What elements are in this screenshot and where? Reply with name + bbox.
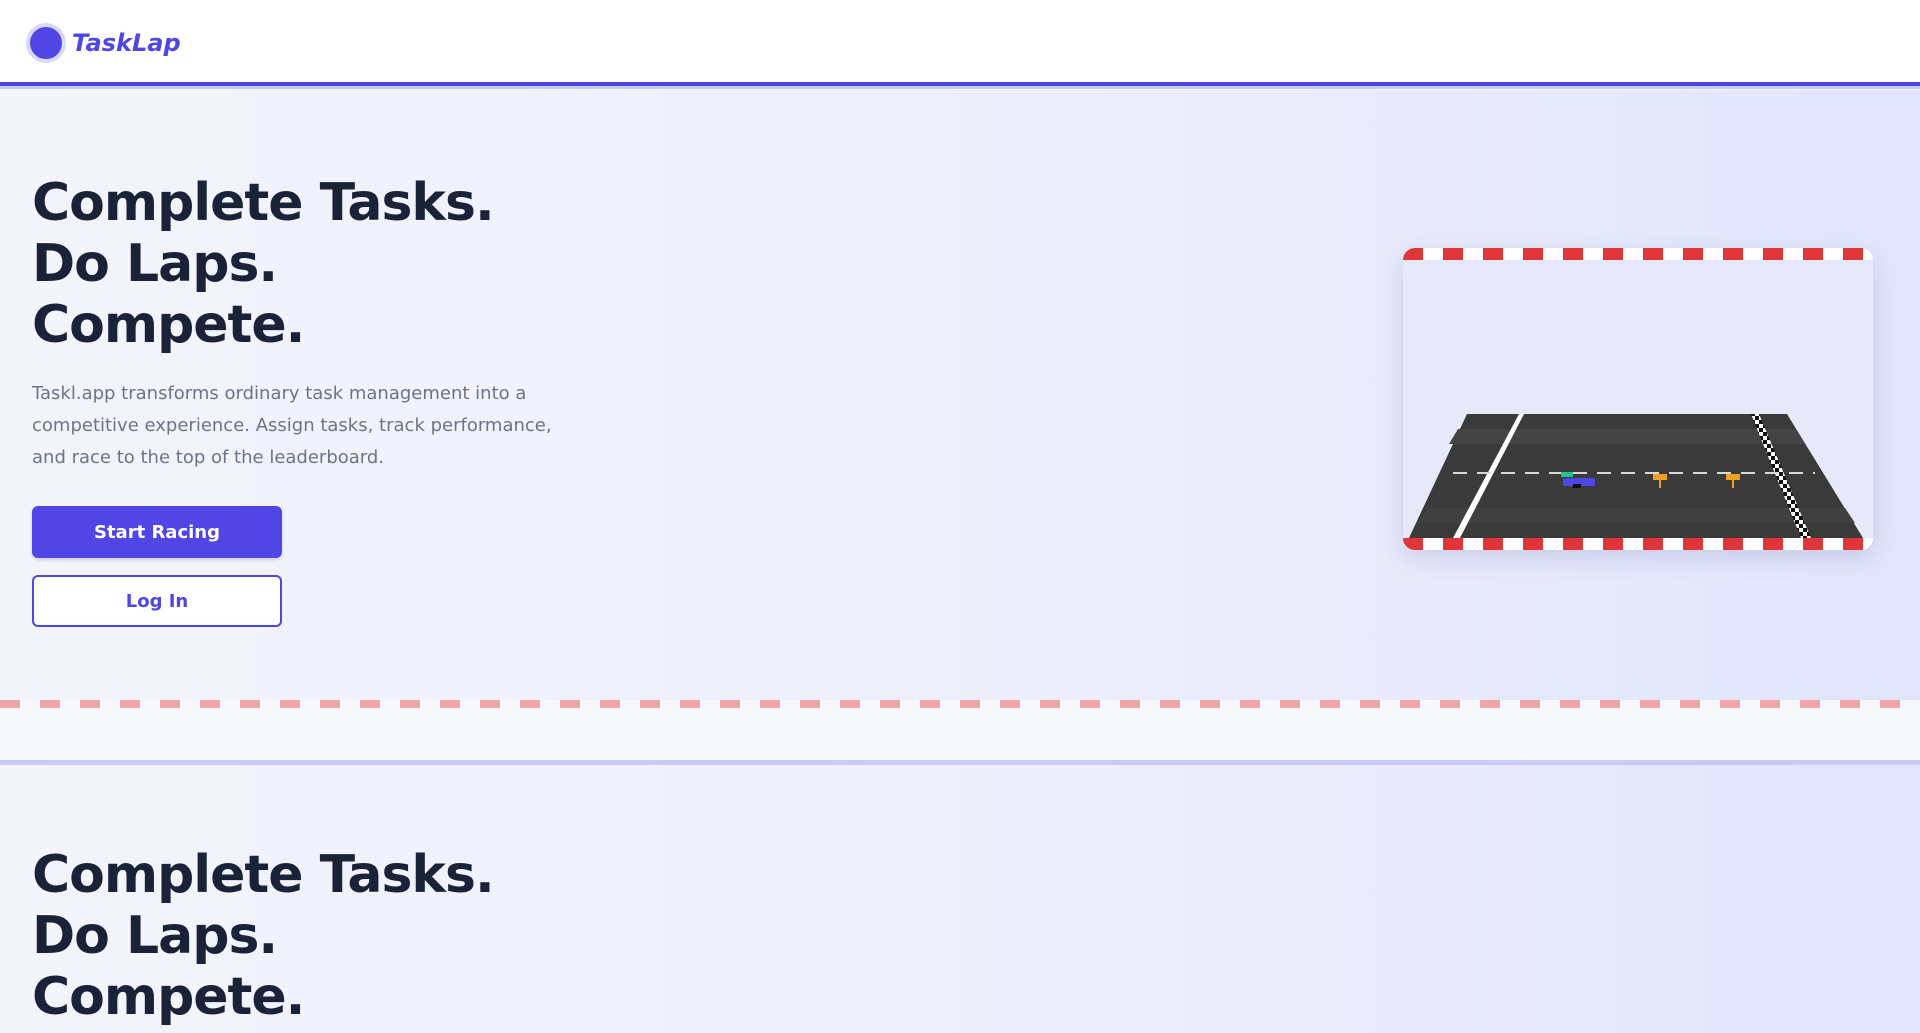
race-track-illustration <box>1403 248 1873 550</box>
brand-name: TaskLap <box>72 29 181 57</box>
hero-section: Complete Tasks. Do Laps. Compete. Taskl.… <box>0 90 1920 700</box>
start-racing-button[interactable]: Start Racing <box>32 506 282 558</box>
top-curb <box>1403 248 1873 260</box>
top-navigation-bar: TaskLap <box>0 0 1920 86</box>
dashed-track-line <box>0 700 1920 708</box>
headline-line-1: Complete Tasks. <box>32 845 495 905</box>
log-in-button[interactable]: Log In <box>32 575 282 627</box>
hero-headline-repeat: Complete Tasks. Do Laps. Compete. <box>32 845 495 1028</box>
headline-line-2: Do Laps. <box>32 906 278 966</box>
brand-circle-icon <box>26 23 66 63</box>
hero-section-repeat: Complete Tasks. Do Laps. Compete. <box>0 760 1920 1033</box>
brand-logo[interactable]: TaskLap <box>26 23 181 63</box>
headline-line-3: Compete. <box>32 967 305 1027</box>
bottom-curb <box>1403 538 1873 550</box>
headline-line-1: Complete Tasks. <box>32 173 495 233</box>
race-track-svg <box>1403 248 1873 550</box>
headline-line-2: Do Laps. <box>32 234 278 294</box>
section-divider <box>0 700 1920 760</box>
headline-line-3: Compete. <box>32 295 305 355</box>
hero-description: Taskl.app transforms ordinary task manag… <box>32 383 552 468</box>
hero-headline: Complete Tasks. Do Laps. Compete. <box>32 173 495 356</box>
